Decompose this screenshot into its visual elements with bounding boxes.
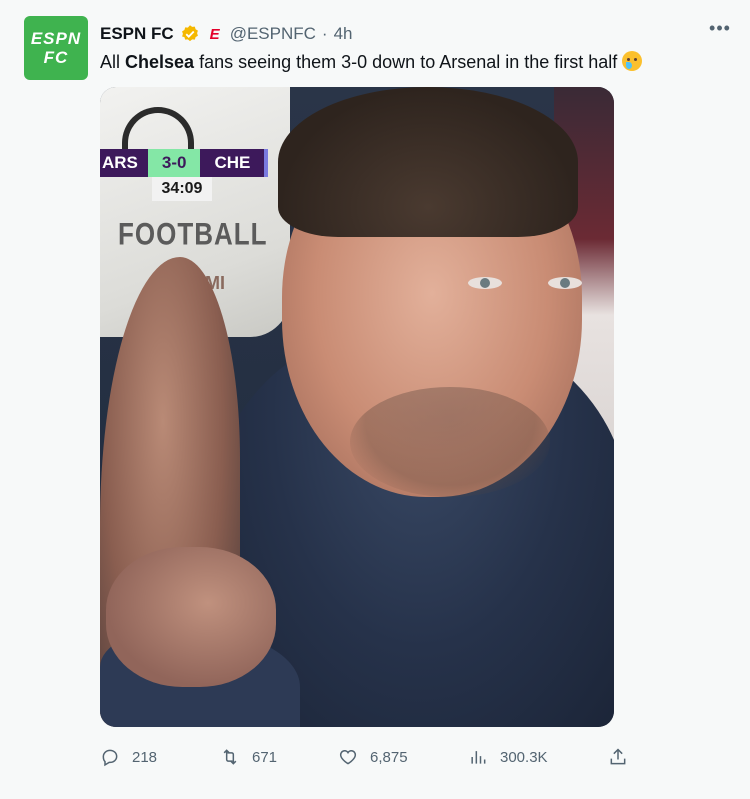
tweet-card[interactable]: ESPN FC ESPN FC E @ESPNFC · 4h ••• All C…: [4, 4, 746, 795]
verified-badge-icon: [181, 25, 198, 42]
manager-hair: [278, 87, 578, 237]
like-button[interactable]: 6,875: [338, 747, 468, 767]
author-handle[interactable]: @ESPNFC: [230, 24, 316, 44]
scoreboard: ARS 3-0 CHE: [100, 149, 269, 177]
tweet-text-pre: All: [100, 52, 126, 72]
separator-dot: ·: [321, 24, 328, 43]
league-logo-icon: [122, 107, 194, 153]
repost-count: 671: [252, 748, 278, 766]
tweet-text-post: fans seeing them 3-0 down to Arsenal in …: [194, 52, 623, 72]
right-eye: [548, 277, 582, 289]
share-icon: [610, 748, 626, 765]
reply-count: 218: [132, 748, 158, 766]
avatar-text-line1: ESPN: [30, 29, 82, 48]
seat-text-1: FOOTBALL: [118, 215, 268, 252]
score-result: 3-0: [147, 149, 201, 177]
avatar[interactable]: ESPN FC: [24, 16, 88, 80]
tweet-time[interactable]: 4h: [334, 24, 353, 44]
repost-icon: [223, 749, 237, 765]
score-away-team: CHE: [200, 149, 269, 177]
tweet-text: All Chelsea fans seeing them 3-0 down to…: [100, 50, 720, 74]
tweet-media-image[interactable]: FOOTBALL KONAMI ARS 3-0 CHE 34:09: [100, 87, 614, 727]
affiliate-brand-icon: E: [209, 25, 220, 43]
left-eye: [468, 277, 502, 289]
heart-icon: [339, 749, 357, 765]
views-button[interactable]: 300.3K: [468, 747, 608, 767]
reply-icon: [102, 749, 118, 767]
analytics-icon: [471, 751, 486, 764]
views-count: 300.3K: [500, 748, 548, 766]
tweet-header: ESPN FC E @ESPNFC · 4h: [100, 22, 353, 46]
second-person-hand: [106, 547, 276, 687]
avatar-text-line2: FC: [43, 48, 69, 67]
tweet-text-bold: Chelsea: [125, 52, 195, 72]
more-options-icon[interactable]: •••: [708, 18, 732, 42]
reply-button[interactable]: 218: [100, 747, 220, 767]
crying-face-icon: [622, 51, 643, 71]
score-home-team: ARS: [100, 149, 148, 177]
stubble: [350, 387, 550, 497]
share-button[interactable]: [608, 747, 638, 767]
repost-button[interactable]: 671: [220, 747, 338, 767]
like-count: 6,875: [370, 748, 408, 766]
action-bar: 218 671 6,875 300.3K: [100, 742, 640, 772]
match-clock: 34:09: [152, 177, 212, 201]
author-name[interactable]: ESPN FC: [100, 24, 174, 44]
